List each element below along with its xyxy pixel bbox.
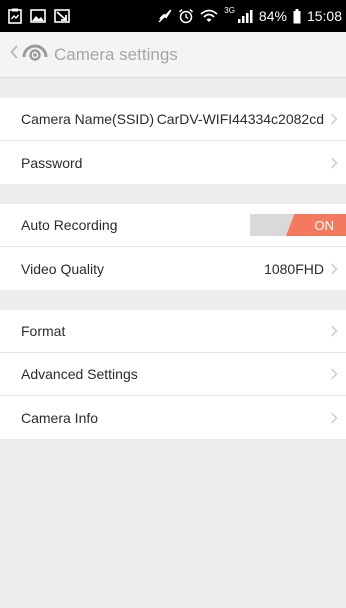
- empty-background: [0, 439, 346, 608]
- signal-icon: [237, 9, 253, 23]
- settings-group-recording: Auto Recording ON Video Quality 1080FHD: [0, 204, 346, 290]
- toggle-state-label: ON: [314, 217, 335, 233]
- app-header: Camera settings: [0, 32, 346, 78]
- network-type: 3G: [224, 5, 235, 15]
- chevron-right-icon: [330, 368, 338, 380]
- status-bar: 3G 84% 15:08: [0, 0, 346, 32]
- password-label: Password: [21, 154, 83, 171]
- advanced-settings-label: Advanced Settings: [21, 366, 138, 382]
- auto-recording-toggle[interactable]: ON: [250, 214, 346, 236]
- page-title: Camera settings: [54, 44, 178, 64]
- video-quality-row[interactable]: Video Quality 1080FHD: [0, 247, 346, 290]
- camera-name-row[interactable]: Camera Name(SSID) CarDV-WIFI44334c2082cd: [0, 98, 346, 141]
- mute-icon: [158, 9, 172, 23]
- chevron-right-icon: [330, 325, 338, 337]
- camera-name-label: Camera Name(SSID): [21, 111, 155, 127]
- chevron-right-icon: [330, 412, 338, 424]
- wifi-icon: [200, 9, 218, 23]
- chevron-right-icon: [330, 263, 338, 275]
- camera-info-label: Camera Info: [21, 409, 99, 426]
- video-quality-value: 1080FHD: [264, 260, 324, 277]
- password-row[interactable]: Password: [0, 141, 346, 184]
- camera-icon: [22, 41, 48, 68]
- camera-name-value: CarDV-WIFI44334c2082cd: [156, 111, 324, 127]
- battery-icon: [293, 8, 301, 24]
- format-row[interactable]: Format: [0, 310, 346, 353]
- chevron-right-icon: [330, 113, 338, 125]
- format-label: Format: [21, 323, 66, 339]
- section-gap: [0, 184, 346, 204]
- alarm-icon: [178, 8, 194, 24]
- download-icon: [54, 9, 70, 23]
- clock: 15:08: [306, 8, 342, 24]
- toggle-on-indicator: ON: [286, 214, 346, 236]
- settings-group-network: Camera Name(SSID) CarDV-WIFI44334c2082cd…: [0, 98, 346, 184]
- auto-recording-label: Auto Recording: [21, 217, 118, 233]
- settings-group-device: Format Advanced Settings Camera Info: [0, 310, 346, 439]
- video-quality-label: Video Quality: [21, 260, 105, 277]
- back-button[interactable]: [10, 41, 48, 68]
- image-icon: [30, 9, 46, 23]
- chevron-left-icon: [10, 45, 18, 64]
- battery-percent: 84%: [258, 8, 287, 24]
- section-gap: [0, 290, 346, 310]
- section-gap: [0, 78, 346, 98]
- camera-settings-screen: 3G 84% 15:08 Camera settings Camera Name…: [0, 0, 346, 608]
- auto-recording-row: Auto Recording ON: [0, 204, 346, 247]
- camera-info-row[interactable]: Camera Info: [0, 396, 346, 439]
- chevron-right-icon: [330, 157, 338, 169]
- clipboard-icon: [8, 8, 22, 24]
- advanced-settings-row[interactable]: Advanced Settings: [0, 353, 346, 396]
